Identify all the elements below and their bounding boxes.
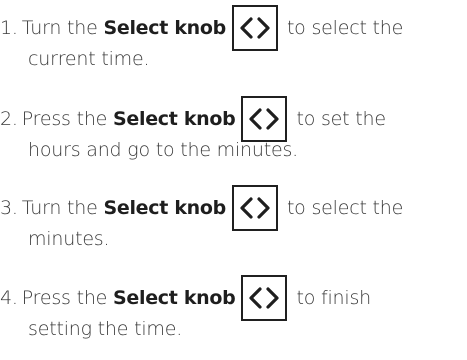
instruction-steps: 1. Turn the Select knob to select the cu… [0,0,467,360]
select-knob-icon [231,5,278,51]
select-knob-icon [241,96,288,142]
select-knob-label: Select knob [113,287,236,309]
step-continuation: minutes. [28,228,110,250]
step-verb: Press the [21,108,108,130]
step-continuation: setting the time. [28,318,183,340]
step-text-rest: to set the [296,108,386,130]
step-number: 4. [0,287,18,309]
step-4-first-line: 4. Press the Select knob to finish [0,274,371,322]
step-verb: Turn the [21,197,98,219]
select-knob-label: Select knob [113,108,236,130]
step-1-first-line: 1. Turn the Select knob to select the [0,4,403,52]
step-continuation: current time. [28,48,150,70]
step-number: 2. [0,108,18,130]
step-text-rest: to select the [286,17,404,39]
select-knob-label: Select knob [103,17,226,39]
step-2-first-line: 2. Press the Select knob to set the [0,95,386,143]
step-continuation: hours and go to the minutes. [28,139,298,161]
step-verb: Press the [21,287,108,309]
step-number: 3. [0,197,18,219]
step-number: 1. [0,17,18,39]
step-3-first-line: 3. Turn the Select knob to select the [0,184,403,232]
step-text-rest: to finish [296,287,372,309]
select-knob-label: Select knob [103,197,226,219]
step-text-rest: to select the [286,197,404,219]
select-knob-icon [241,275,288,321]
select-knob-icon [231,185,278,231]
step-verb: Turn the [21,17,98,39]
